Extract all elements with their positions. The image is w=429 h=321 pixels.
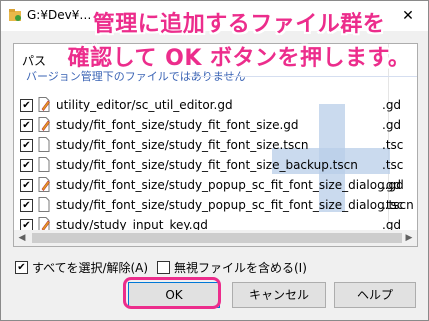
file-icon: [38, 197, 50, 212]
file-path: study/fit_font_size/study_popup_sc_fit_f…: [56, 198, 414, 212]
file-icon: [38, 137, 50, 152]
file-extension: .gd: [382, 178, 402, 192]
file-extension: .tsc: [382, 158, 404, 172]
file-checkbox[interactable]: ✔: [20, 99, 33, 112]
include-ignored-label[interactable]: 無視ファイルを含める(I): [174, 259, 307, 276]
cancel-button[interactable]: キャンセル: [232, 282, 326, 308]
help-button[interactable]: ヘルプ: [334, 282, 416, 308]
file-checkbox[interactable]: ✔: [20, 159, 33, 172]
file-path: study/fit_font_size/study_fit_font_size_…: [56, 158, 358, 172]
select-all-check[interactable]: ✔: [15, 261, 28, 274]
file-row[interactable]: ✔ study/fit_font_size/study_popup_sc_fit_…: [20, 196, 417, 216]
folder-icon: [9, 9, 21, 21]
file-path: study/fit_font_size/study_popup_sc_fit_f…: [56, 178, 404, 192]
file-row[interactable]: ✔ utility_editor/sc_util_editor.gd .gd: [20, 96, 417, 116]
file-path: utility_editor/sc_util_editor.gd: [56, 98, 233, 112]
file-checkbox[interactable]: ✔: [20, 139, 33, 152]
file-list[interactable]: パス バージョン管理下のファイルではありません ✔ utility_editor/…: [13, 43, 418, 247]
edited-file-icon: [38, 97, 50, 112]
file-path: study/fit_font_size/study_fit_font_size.…: [56, 118, 299, 132]
column-header-path[interactable]: パス: [22, 52, 46, 69]
ok-highlight-ring: [123, 277, 221, 309]
file-row[interactable]: ✔ study/fit_font_size/study_fit_font_size…: [20, 136, 417, 156]
file-extension: .gd: [382, 118, 402, 132]
horizontal-scrollbar[interactable]: ◀ ▶: [14, 230, 417, 246]
scroll-left-icon[interactable]: ◀: [14, 230, 30, 246]
file-extension: .tsc: [382, 138, 404, 152]
file-checkbox[interactable]: ✔: [20, 199, 33, 212]
annotation-line-1: 管理に追加するファイル群を: [92, 12, 386, 37]
annotation-line-2: 確認して OK ボタンを押します。: [67, 46, 411, 71]
file-path: study/fit_font_size/study_fit_font_size.…: [56, 138, 309, 152]
file-row[interactable]: ✔ study/fit_font_size/study_popup_sc_fit_…: [20, 176, 417, 196]
file-icon: [38, 157, 50, 172]
file-extension: .gd: [382, 98, 402, 112]
file-row[interactable]: ✔ study/fit_font_size/study_fit_font_size…: [20, 156, 417, 176]
file-checkbox[interactable]: ✔: [20, 179, 33, 192]
file-extension: .tsc: [382, 198, 404, 212]
include-ignored-check[interactable]: [157, 261, 170, 274]
scrollbar-thumb[interactable]: [32, 233, 402, 243]
scroll-right-icon[interactable]: ▶: [401, 230, 417, 246]
select-all-label[interactable]: すべてを選択/解除(A): [32, 259, 148, 276]
file-row[interactable]: ✔ study/fit_font_size/study_fit_font_size…: [20, 116, 417, 136]
group-divider: [189, 76, 417, 77]
edited-file-icon: [38, 117, 50, 132]
file-checkbox[interactable]: ✔: [20, 119, 33, 132]
edited-file-icon: [38, 177, 50, 192]
